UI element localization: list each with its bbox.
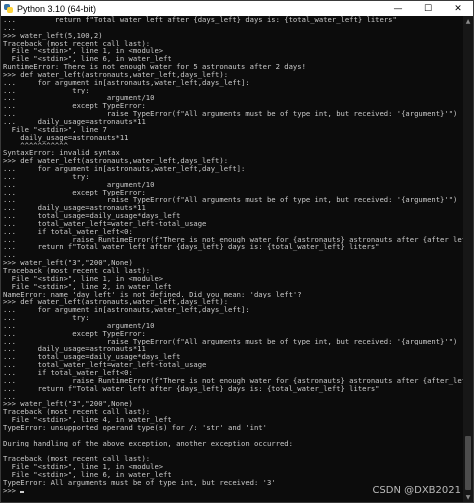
- watermark-text: CSDN @DXB2021: [372, 485, 461, 496]
- console-line: ...: [3, 251, 16, 260]
- console-line: ... for argument in[astronauts,water_lef…: [3, 165, 246, 173]
- console-line: ... for argument in[astronauts,water_lef…: [3, 306, 250, 315]
- console-line: Traceback (most recent call last):: [3, 39, 151, 48]
- console-line: File "<stdin>", line 6, in water_left: [3, 470, 172, 479]
- python-console-window: Python 3.10 (64-bit) — ☐ ✕ ... return f"…: [0, 0, 474, 503]
- console-line: >>> def water_left(astronauts,water_left…: [3, 157, 229, 166]
- maximize-button[interactable]: ☐: [413, 1, 443, 16]
- console-line: RuntimeError: There is not enough water …: [3, 63, 306, 71]
- text-cursor: [20, 490, 25, 493]
- minimize-icon: —: [393, 3, 403, 14]
- console-line: File "<stdin>", line 7: [3, 125, 107, 134]
- console-line: ... except TypeError:: [3, 329, 146, 338]
- console-output[interactable]: ... return f"Total water left after {day…: [1, 16, 463, 502]
- console-line: Traceback (most recent call last):: [3, 267, 151, 275]
- console-line: NameError: name 'day_left' is not define…: [3, 290, 302, 299]
- console-line: ... raise TypeError(f"All arguments must…: [3, 337, 458, 346]
- console-line: File "<stdin>", line 1, in <module>: [3, 47, 164, 56]
- console-line: ... try:: [3, 314, 90, 322]
- console-line: ... total_water_left=water_left-total_us…: [3, 361, 207, 369]
- console-line: ... raise TypeError(f"All arguments must…: [3, 110, 458, 118]
- python-logo-icon: [4, 4, 13, 13]
- console-line: ... return f"Total water left after {day…: [3, 16, 397, 24]
- console-line: ... argument/10: [3, 180, 155, 189]
- maximize-icon: ☐: [423, 3, 433, 14]
- console-line: daily_usage=astronauts*11: [3, 133, 129, 142]
- console-line: ... return f"Total water left after {day…: [3, 243, 380, 252]
- vertical-scrollbar[interactable]: ▲ ▼: [463, 16, 473, 502]
- close-icon: ✕: [454, 3, 462, 14]
- console-line: File "<stdin>", line 4, in water_left: [3, 416, 172, 424]
- window-controls: — ☐ ✕: [383, 1, 473, 16]
- console-line: >>> water_left(5,100,2): [3, 31, 103, 40]
- console-line: ... raise RuntimeError(f"There is not en…: [3, 376, 463, 385]
- console-line: >>> water_left("3","200",None): [3, 400, 133, 409]
- console-line: ... except TypeError:: [3, 102, 146, 111]
- console-line: Traceback (most recent call last):: [3, 455, 151, 464]
- console-line: ... daily_usage=astronauts*11: [3, 345, 146, 354]
- console-line: ... except TypeError:: [3, 188, 146, 197]
- console-line: File "<stdin>", line 1, in <module>: [3, 463, 164, 471]
- console-line: Traceback (most recent call last):: [3, 408, 151, 417]
- console-line: ... total_usage=daily_usage*days_left: [3, 353, 181, 362]
- window-title: Python 3.10 (64-bit): [17, 3, 97, 14]
- console-line: ... daily_usage=astronauts*11: [3, 204, 146, 213]
- scroll-up-arrow-icon[interactable]: ▲: [463, 16, 473, 26]
- console-line: File "<stdin>", line 1, in <module>: [3, 274, 164, 283]
- console-line: ... total_water_left=water_left-total_us…: [3, 219, 207, 228]
- console-line: ... raise TypeError(f"All arguments must…: [3, 196, 458, 205]
- console-line: ... try:: [3, 86, 90, 95]
- console-line: ... return f"Total water left after {day…: [3, 384, 380, 393]
- minimize-button[interactable]: —: [383, 1, 413, 16]
- console-line: >>> def water_left(astronauts,water_left…: [3, 298, 229, 307]
- scroll-thumb[interactable]: [465, 436, 471, 490]
- console-line: ... daily_usage=astronauts*11: [3, 117, 146, 126]
- console-line: ... argument/10: [3, 321, 155, 330]
- close-button[interactable]: ✕: [443, 1, 473, 16]
- console-line: TypeError: unsupported operand type(s) f…: [3, 423, 267, 432]
- console-line: ... try:: [3, 172, 90, 181]
- console-line: ... total_usage=daily_usage*days_left: [3, 212, 181, 220]
- console-line: File "<stdin>", line 2, in water_left: [3, 282, 172, 291]
- scroll-down-arrow-icon[interactable]: ▼: [463, 492, 473, 502]
- console-line: >>> water_left("3","200",None): [3, 259, 133, 267]
- console-line: ... if total_water_left<0:: [3, 227, 133, 236]
- console-line: File "<stdin>", line 6, in water_left: [3, 55, 172, 64]
- console-line: ... if total_water_left<0:: [3, 368, 133, 377]
- console-line: ... raise RuntimeError(f"There is not en…: [3, 235, 463, 244]
- console-line: ^^^^^^^^^^^: [3, 141, 68, 150]
- console-line: ... argument/10: [3, 94, 155, 103]
- console-line: ... for argument in[astronauts,water_lef…: [3, 78, 250, 87]
- console-line: During handling of the above exception, …: [3, 439, 293, 448]
- title-bar[interactable]: Python 3.10 (64-bit) — ☐ ✕: [1, 1, 473, 16]
- console-line: SyntaxError: invalid syntax: [3, 149, 120, 158]
- console-line: >>> def water_left(astronauts,water_left…: [3, 70, 229, 79]
- console-line: ...: [3, 23, 16, 32]
- console-line: ...: [3, 392, 16, 401]
